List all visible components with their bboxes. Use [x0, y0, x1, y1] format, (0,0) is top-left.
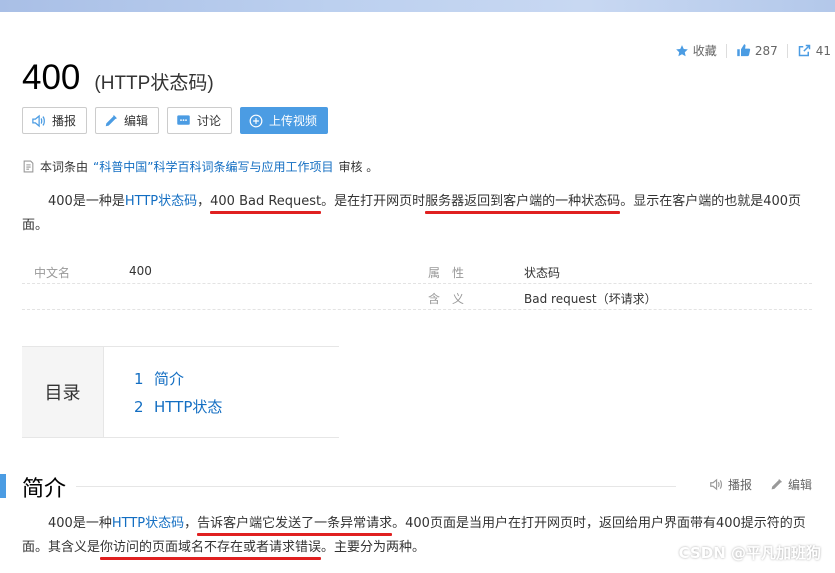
star-icon [675, 44, 688, 56]
underlined-server-return: 服务器返回到客户端的一种状态码 [425, 194, 621, 209]
infobox-row: 中文名 400 属 性 状态码 [22, 258, 812, 284]
section-edit-button[interactable]: 编辑 [770, 476, 812, 493]
title-main: 400 [22, 58, 81, 97]
toolbar: 播报 编辑 讨论 上传视频 [22, 107, 329, 134]
underlined-bad-request: 400 Bad Request [210, 194, 322, 209]
divider [786, 43, 788, 58]
link-http-status[interactable]: HTTP状态码 [125, 194, 197, 209]
toc-item-intro[interactable]: 1 简介 [134, 365, 222, 393]
toc-link[interactable]: HTTP状态 [154, 398, 222, 416]
thumbs-up-icon [737, 44, 750, 57]
toc-number: 2 [134, 398, 144, 416]
infobox-table: 中文名 400 属 性 状态码 含 义 Bad request（坏请求） [22, 258, 812, 310]
speaker-icon [710, 478, 722, 491]
like-count: 287 [754, 43, 778, 58]
intro-text: 400是一种是 [48, 194, 125, 209]
infobox-key: 属 性 [428, 266, 465, 280]
discuss-button[interactable]: 讨论 [167, 107, 233, 134]
favorite-label: 收藏 [692, 44, 717, 58]
toc-list: 1 简介 2 HTTP状态 [134, 365, 222, 421]
pencil-icon [771, 479, 782, 490]
intro-text: ， [197, 194, 211, 209]
underlined-domain-error: 你访问的页面域名不存在或者请求错误 [100, 540, 322, 555]
edit-button[interactable]: 编辑 [95, 107, 160, 134]
report-button[interactable]: 播报 [22, 107, 88, 134]
divider [725, 43, 727, 58]
document-icon [23, 160, 34, 173]
notice-suffix: 审核 。 [338, 160, 379, 174]
infobox-key: 中文名 [34, 266, 71, 280]
pencil-icon [105, 114, 117, 126]
section-report-label: 播报 [727, 478, 752, 492]
section-actions: 播报 编辑 [709, 476, 812, 493]
toc-link[interactable]: 简介 [154, 370, 184, 388]
speaker-icon [32, 114, 45, 127]
underlined-abnormal-request: 告诉客户端它发送了一条异常请求 [197, 516, 393, 531]
chat-icon [177, 114, 190, 125]
toc-title: 目录 [22, 347, 104, 437]
notice-link[interactable]: “科普中国”科学百科词条编写与应用工作项目 [93, 158, 333, 175]
discuss-label: 讨论 [197, 114, 222, 128]
table-of-contents: 目录 1 简介 2 HTTP状态 [22, 346, 339, 438]
section-text: 400是一种 [48, 516, 112, 531]
like-button[interactable]: 287 [736, 43, 778, 58]
csdn-watermark: CSDN @平凡加班狗 [678, 544, 821, 562]
review-notice: 本词条由 “科普中国”科学百科词条编写与应用工作项目 审核 。 [22, 158, 378, 175]
plus-circle-icon [249, 114, 263, 127]
top-banner [0, 0, 835, 12]
infobox-value: Bad request（坏请求） [524, 292, 657, 306]
section-divider [76, 486, 676, 487]
section-text: ， [184, 516, 198, 531]
report-label: 播报 [52, 114, 77, 128]
infobox-key: 含 义 [428, 292, 465, 306]
intro-text: 。是在打开网页时 [321, 194, 426, 209]
intro-paragraph: 400是一种是HTTP状态码，400 Bad Request。是在打开网页时服务… [22, 190, 812, 238]
section-report-button[interactable]: 播报 [709, 476, 752, 493]
notice-prefix: 本词条由 [40, 160, 89, 174]
share-icon [798, 44, 810, 57]
section-text: 。主要分为两种。 [321, 540, 426, 555]
page-title: 400 (HTTP状态码) [22, 58, 214, 98]
infobox-row: 含 义 Bad request（坏请求） [22, 284, 812, 310]
title-sub: (HTTP状态码) [94, 73, 214, 94]
infobox-value: 状态码 [524, 266, 561, 280]
toc-number: 1 [134, 370, 144, 388]
toc-item-http-status[interactable]: 2 HTTP状态 [134, 393, 222, 421]
upload-video-label: 上传视频 [269, 114, 318, 128]
infobox-value: 400 [129, 264, 152, 278]
stats-bar: 收藏 287 41 [675, 42, 831, 59]
edit-label: 编辑 [124, 114, 149, 128]
favorite-button[interactable]: 收藏 [675, 42, 717, 59]
section-edit-label: 编辑 [787, 478, 812, 492]
link-http-status[interactable]: HTTP状态码 [112, 516, 184, 531]
section-accent-bar [0, 474, 6, 498]
upload-video-button[interactable]: 上传视频 [240, 107, 329, 134]
share-button[interactable]: 41 [797, 43, 831, 58]
section-title: 简介 [22, 477, 67, 502]
share-count: 41 [815, 43, 831, 58]
